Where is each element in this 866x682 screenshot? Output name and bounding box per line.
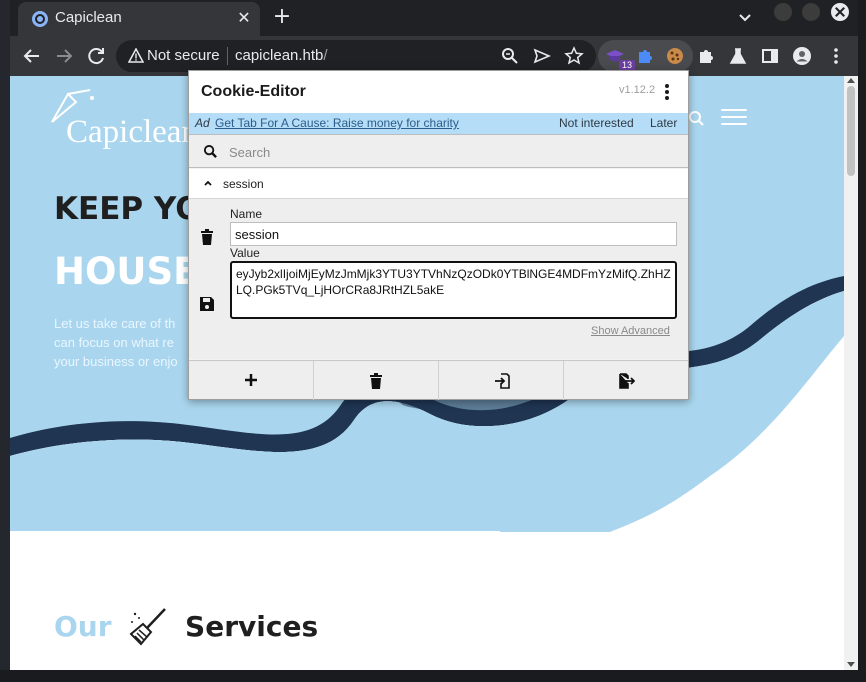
hamburger-menu-icon[interactable] [721,109,747,127]
new-tab-button[interactable]: + [271,6,293,28]
ad-later-button[interactable]: Later [650,116,677,130]
star-icon[interactable] [564,46,584,66]
show-advanced-link[interactable]: Show Advanced [591,325,670,337]
extensions-group: 13 [598,40,693,72]
puzzle-blue-icon[interactable] [635,46,655,66]
background-bottom-strip [0,670,866,682]
broom-icon [129,608,167,646]
address-bar[interactable]: Not secure capiclean.htb/ [116,40,596,72]
services-prefix: Our [54,610,112,643]
cookie-value-textarea[interactable]: eyJyb2xlIjoiMjEyMzJmMjk3YTU3YTVhNzQzODk0… [230,261,677,319]
tab-capiclean[interactable]: Capiclean ✕ [18,2,260,36]
popup-header: Cookie-Editor v1.12.2 [189,71,688,113]
warning-icon[interactable] [128,48,144,64]
url-path: / [323,47,328,64]
scroll-down-arrow[interactable] [847,662,855,667]
labs-flask-icon[interactable] [728,46,748,66]
security-label: Not secure [147,47,220,64]
cookie-row-session[interactable]: session [189,169,688,199]
site-logo[interactable]: Capiclean [46,88,198,152]
popup-title: Cookie-Editor [201,83,306,100]
search-icon[interactable] [688,110,704,126]
value-label: Value [230,246,260,260]
ad-tag: Ad [195,116,210,130]
popup-version: v1.12.2 [619,84,656,96]
side-panel-icon[interactable] [760,46,780,66]
chevron-down-icon[interactable] [735,8,755,28]
export-icon [619,373,635,389]
search-icon [203,144,217,158]
profile-avatar-icon[interactable] [792,46,812,66]
cookie-name-label: session [223,177,264,191]
trash-icon[interactable] [200,229,214,245]
ad-not-interested-button[interactable]: Not interested [559,116,634,130]
hero-heading-line2: HOUSE [54,250,199,293]
url-host: capiclean.htb [235,47,324,64]
divider [227,47,228,65]
globe-icon [32,11,48,27]
tab-strip: Capiclean ✕ + [10,0,858,36]
cookie-search-row [189,134,688,168]
ad-banner: Ad Get Tab For A Cause: Raise money for … [189,113,688,134]
cookie-search-input[interactable] [229,142,669,162]
name-label: Name [230,207,263,221]
logo-text: Capiclean [66,114,198,150]
cookie-name-input[interactable] [230,222,677,246]
maximize-button[interactable] [802,3,820,21]
ad-link[interactable]: Get Tab For A Cause: Raise money for cha… [215,116,459,130]
extensions-icon[interactable] [696,46,716,66]
forward-arrow-icon[interactable] [52,44,76,68]
import-icon [495,373,510,389]
minimize-button[interactable] [774,3,792,21]
reload-icon[interactable] [84,44,108,68]
page-scrollbar[interactable] [844,76,858,670]
scroll-thumb[interactable] [847,86,855,176]
delete-all-button[interactable] [314,361,439,400]
hero-paragraph: Let us take care of th can focus on what… [54,316,178,369]
background-terminal-strip [0,0,10,682]
save-icon[interactable] [200,297,214,311]
services-word: Services [185,610,319,643]
tab-title: Capiclean [55,9,122,26]
kebab-menu-icon[interactable] [663,84,671,100]
trash-icon [370,373,382,389]
cookie-icon[interactable] [665,46,685,66]
cookie-action-bar [189,360,689,400]
zoom-icon[interactable] [500,46,520,66]
services-heading: Our Services [54,606,318,646]
import-button[interactable] [439,361,564,400]
send-icon[interactable] [532,46,552,66]
cookie-editor-popup: Cookie-Editor v1.12.2 Ad Get Tab For A C… [188,70,689,400]
add-icon [245,374,257,386]
cookie-edit-form: Name Value eyJyb2xlIjoiMjEyMzJmMjk3YTU3Y… [189,199,688,359]
add-cookie-button[interactable] [189,361,314,400]
tab-close-icon[interactable]: ✕ [234,8,254,28]
chevron-up-icon[interactable] [203,178,213,188]
url-text: capiclean.htb/ [235,47,328,64]
export-button[interactable] [564,361,689,400]
more-menu-icon[interactable] [826,46,846,66]
scroll-up-arrow[interactable] [847,78,855,83]
close-window-button[interactable] [831,3,849,21]
background-right-strip [858,0,866,682]
back-arrow-icon[interactable] [20,44,44,68]
